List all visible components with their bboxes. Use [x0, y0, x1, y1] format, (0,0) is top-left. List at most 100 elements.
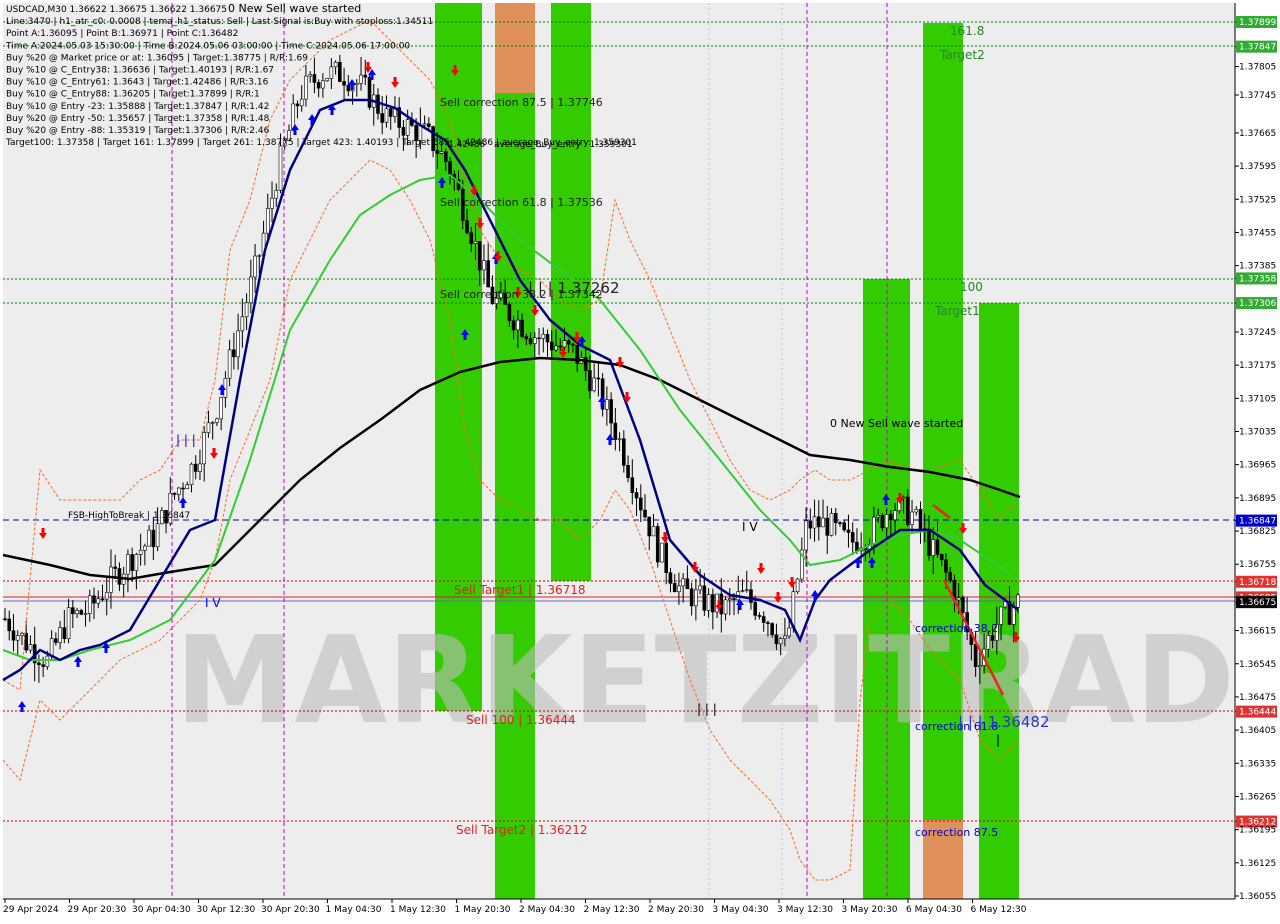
candle-body: [367, 76, 372, 108]
header-line: Buy %10 @ C_Entry88: 1.36205 | Target:1.…: [6, 90, 260, 100]
candle-body: [740, 590, 745, 592]
candle-body: [486, 260, 490, 288]
candle-body: [3, 618, 7, 621]
x-tick-label: 29 Apr 20:30: [68, 905, 127, 915]
x-tick-label: 6 May 12:30: [971, 905, 1027, 915]
candle-body: [134, 554, 139, 571]
candle-body: [833, 512, 838, 524]
candle-body: [617, 438, 622, 441]
candle-body: [92, 595, 96, 604]
candle-body: [7, 618, 12, 632]
candle-body: [45, 655, 50, 667]
candle-body: [236, 330, 240, 358]
y-tick-label: 1.36475: [1239, 693, 1276, 703]
candle-body: [172, 492, 177, 495]
price-chart[interactable]: MARKETZITRADE USDCAD,M30 1.36622 1.36675…: [0, 0, 1280, 920]
candle-body: [448, 161, 452, 175]
candle-body: [702, 585, 707, 611]
price-box-label: 1.37847: [1239, 43, 1276, 53]
candle-body: [62, 627, 67, 640]
candle-body: [435, 150, 440, 154]
buy-zone-1: [863, 279, 910, 899]
y-tick-label: 1.36825: [1239, 527, 1276, 537]
candle-body: [571, 343, 575, 346]
note-fsb: FSB-HighToBreak | 1.36847: [68, 511, 190, 521]
candle-body: [727, 598, 732, 601]
note-sell-corr-875: Sell correction 87.5 | 1.37746: [440, 96, 603, 109]
candle-body: [308, 74, 312, 77]
candle-body: [469, 232, 474, 244]
candle-body: [524, 336, 529, 340]
candle-body: [948, 572, 952, 581]
price-box-label: 1.36718: [1239, 578, 1276, 588]
candle-body: [511, 320, 516, 331]
candle-body: [583, 357, 588, 371]
candle-body: [401, 127, 406, 136]
candle-body: [816, 516, 821, 528]
candle-body: [41, 664, 45, 667]
price-box-label: 1.36675: [1239, 598, 1276, 608]
candle-body: [643, 509, 647, 518]
candle-body: [321, 80, 325, 89]
candle-body: [130, 554, 134, 571]
note-37262: | | | 1.37262: [528, 279, 620, 297]
candle-body: [465, 220, 469, 234]
y-tick-label: 1.36335: [1239, 759, 1276, 769]
y-tick-label: 1.36265: [1239, 792, 1276, 802]
note-corr875: correction 87.5: [915, 826, 998, 839]
candle-body: [681, 578, 685, 587]
x-axis-area: [0, 899, 1280, 920]
x-tick-label: 2 May 12:30: [584, 905, 640, 915]
candle-body: [558, 345, 563, 348]
note-wave4: I V: [205, 596, 221, 610]
note-corr382: correction 38.2: [915, 622, 998, 635]
candle-body: [270, 197, 274, 209]
note-42486: 1.42486: [448, 140, 485, 150]
y-tick-label: 1.37525: [1239, 195, 1276, 205]
candle-body: [978, 665, 982, 667]
candle-body: [304, 75, 308, 100]
candle-body: [380, 113, 385, 123]
candle-body: [83, 613, 88, 615]
candle-body: [299, 98, 304, 107]
candle-body: [761, 616, 766, 623]
price-box-label: 1.37358: [1239, 274, 1276, 284]
candle-body: [87, 595, 92, 614]
candle-body: [117, 568, 122, 585]
candle-body: [694, 589, 698, 607]
x-tick-label: 3 May 12:30: [777, 905, 833, 915]
sell-zone-2-top: [495, 3, 535, 93]
candle-body: [795, 578, 800, 592]
price-box-label: 1.37899: [1239, 18, 1276, 28]
y-tick-label: 1.37385: [1239, 262, 1276, 272]
candle-body: [753, 602, 758, 616]
candle-body: [354, 83, 359, 86]
candle-body: [592, 377, 596, 392]
header-line: Buy %20 @ Market price or at: 1.36095 | …: [6, 53, 308, 63]
candle-body: [422, 123, 427, 126]
candle-body: [439, 151, 444, 154]
y-tick-label: 1.37245: [1239, 328, 1276, 338]
candle-body: [189, 463, 194, 486]
y-tick-label: 1.36755: [1239, 560, 1276, 570]
y-tick-label: 1.36615: [1239, 627, 1276, 637]
price-box-label: 1.36444: [1239, 708, 1276, 718]
candle-body: [668, 572, 673, 584]
x-tick-label: 30 Apr 12:30: [197, 905, 256, 915]
x-tick-label: 29 Apr 2024: [3, 905, 59, 915]
candle-body: [257, 255, 262, 257]
note-target2: Target2: [939, 48, 985, 62]
candle-body: [638, 497, 643, 511]
note-new-sell-mid: 0 New Sell wave started: [830, 417, 963, 430]
candle-body: [444, 151, 448, 162]
candle-body: [96, 598, 101, 604]
x-tick-label: 1 May 20:30: [455, 905, 511, 915]
header-line: Buy %20 @ Entry -50: 1.35657 | Target:1.…: [6, 114, 270, 124]
candle-body: [884, 514, 889, 529]
candle-body: [812, 516, 817, 529]
candle-body: [876, 515, 880, 518]
note-sell-corr-618: Sell correction 61.8 | 1.37536: [440, 196, 603, 209]
candle-body: [880, 515, 885, 529]
candle-body: [901, 496, 906, 499]
header-line: Buy %10 @ Entry -23: 1.35888 | Target:1.…: [6, 102, 269, 112]
